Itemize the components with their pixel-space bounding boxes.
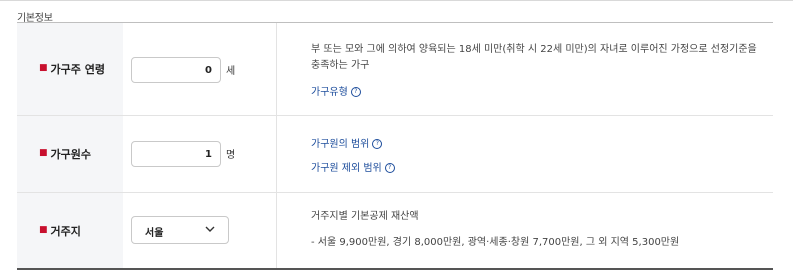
residence-description-detail: - 서울 9,900만원, 경기 8,000만원, 광역·세종·창원 7,700… <box>311 237 680 248</box>
age-input-cell: 세 <box>123 23 277 115</box>
members-label: 가구원수 <box>50 148 91 161</box>
members-input[interactable] <box>131 141 221 167</box>
age-label-cell: ■ 가구주 연령 <box>17 23 123 115</box>
residence-description-title: 거주지별 기본공제 재산액 <box>311 211 419 222</box>
household-member-scope-label: 가구원의 범위 <box>311 139 370 150</box>
top-divider <box>0 0 793 1</box>
age-description: 부 또는 모와 그에 의하여 양육되는 18세 미만(취학 시 22세 미만)의… <box>311 44 757 71</box>
age-input[interactable] <box>131 57 221 83</box>
residence-select-value: 서울 <box>145 228 164 239</box>
required-marker-icon: ■ <box>39 148 48 158</box>
question-circle-icon: ? <box>350 87 361 97</box>
age-description-cell: 부 또는 모와 그에 의하여 양육되는 18세 미만(취학 시 22세 미만)의… <box>311 23 773 115</box>
residence-row: ■ 거주지 서울 거주지별 기본공제 재산액 - 서울 9,900만원, 경기 8… <box>17 193 773 268</box>
question-circle-icon: ? <box>372 139 383 149</box>
residence-label-cell: ■ 거주지 <box>17 193 123 268</box>
required-marker-icon: ■ <box>39 63 48 73</box>
members-row: ■가구원수 명 가구원의 범위? 가구원 제외 범위? <box>17 116 773 193</box>
member-exclusion-scope-label: 가구원 제외 범위 <box>311 163 382 174</box>
age-unit: 세 <box>226 66 236 77</box>
age-label: 가구주 연령 <box>50 63 105 76</box>
chevron-down-icon <box>205 226 215 232</box>
members-input-cell: 명 <box>123 116 277 192</box>
household-member-scope-link[interactable]: 가구원의 범위? <box>311 135 383 151</box>
question-circle-icon: ? <box>384 163 395 173</box>
member-exclusion-scope-link[interactable]: 가구원 제외 범위? <box>311 159 395 175</box>
household-type-link[interactable]: 가구유형? <box>311 83 361 99</box>
residence-label: 거주지 <box>50 224 81 238</box>
age-row: ■가구주 연령 세 부 또는 모와 그에 의하여 양육되는 18세 미만(취학 … <box>17 23 773 116</box>
household-type-link-label: 가구유형 <box>311 87 348 98</box>
members-unit: 명 <box>226 150 236 161</box>
basic-info-form: ■가구주 연령 세 부 또는 모와 그에 의하여 양육되는 18세 미만(취학 … <box>17 22 773 270</box>
residence-select[interactable]: 서울 <box>131 216 229 244</box>
members-label-cell: ■ 가구원수 <box>17 116 123 192</box>
residence-input-cell: 서울 <box>123 193 277 268</box>
members-description-cell: 가구원의 범위? 가구원 제외 범위? <box>311 116 773 192</box>
residence-description-cell: 거주지별 기본공제 재산액 - 서울 9,900만원, 경기 8,000만원, … <box>311 193 773 268</box>
required-marker-icon: ■ <box>39 224 48 235</box>
